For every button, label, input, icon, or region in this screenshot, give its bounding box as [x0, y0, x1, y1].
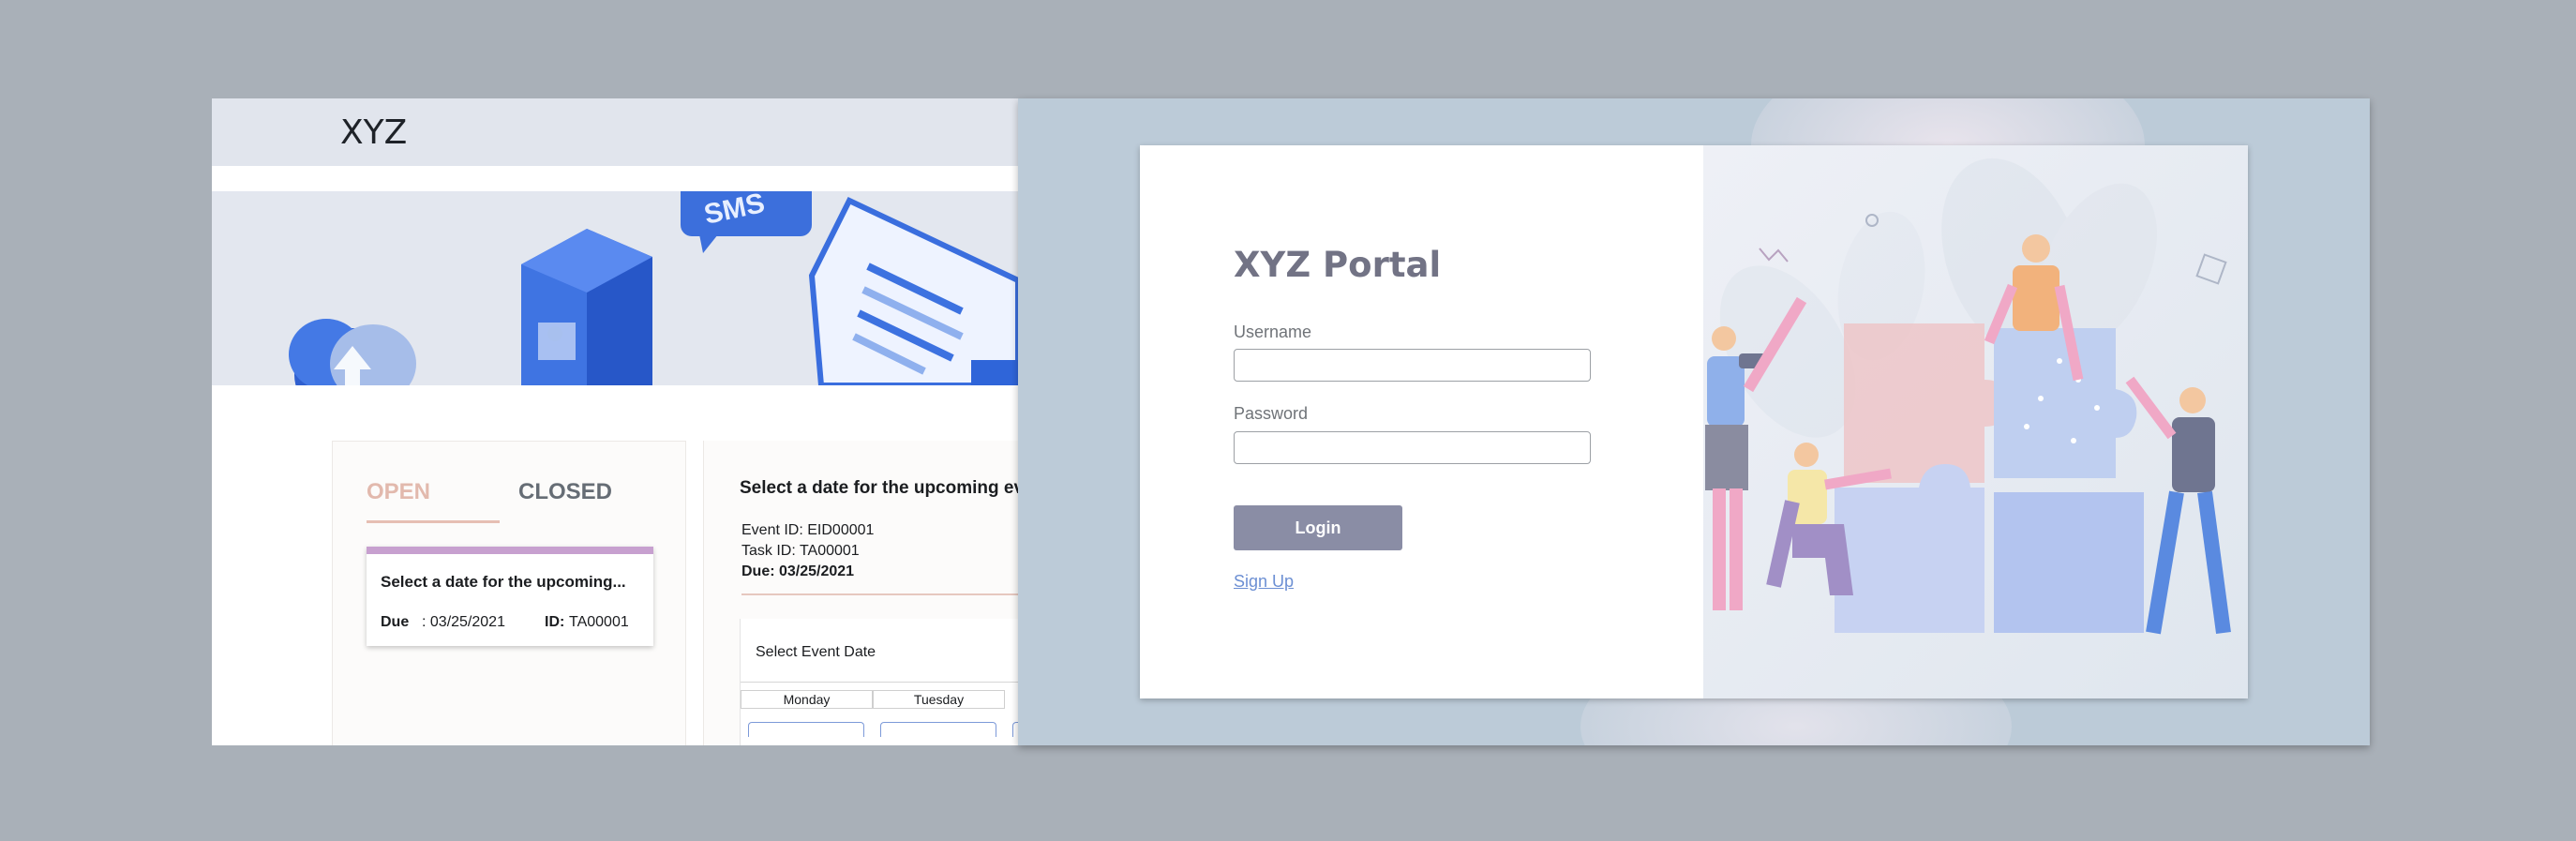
divider — [741, 593, 1018, 595]
login-form: XYZ Portal Username Password Login Sign … — [1140, 145, 1703, 698]
login-button[interactable]: Login — [1234, 505, 1402, 550]
password-label: Password — [1234, 404, 1309, 423]
divider — [741, 682, 1018, 683]
document-icon — [808, 197, 1018, 385]
tab-closed[interactable]: CLOSED — [518, 479, 612, 505]
username-input[interactable] — [1234, 349, 1591, 382]
task-card[interactable]: Select a date for the upcoming... Due : … — [367, 547, 653, 646]
login-card: XYZ Portal Username Password Login Sign … — [1140, 145, 2248, 698]
background-app-window: XYZ SMS OPEN CLOSED Select a date for th… — [212, 98, 1018, 745]
task-title: Select a date for the upcoming... — [381, 573, 626, 591]
hero-illustration: SMS — [212, 191, 1018, 385]
day-header-tuesday: Tuesday — [873, 690, 1005, 709]
event-title: Select a date for the upcoming ev — [740, 478, 1018, 498]
task-id: Task ID: TA00001 — [741, 543, 860, 559]
square-icon — [2195, 253, 2227, 285]
portal-title: XYZ Portal — [1234, 245, 1442, 285]
teamwork-illustration — [1703, 145, 2248, 698]
tasks-panel: OPEN CLOSED Select a date for the upcomi… — [332, 441, 686, 745]
event-detail-panel: Select a date for the upcoming ev Event … — [703, 441, 1018, 745]
sms-bubble-icon: SMS — [681, 191, 812, 253]
event-due: Due: 03/25/2021 — [741, 563, 855, 579]
time-slot[interactable] — [748, 722, 864, 737]
time-slot[interactable] — [880, 722, 996, 737]
username-label: Username — [1234, 323, 1312, 341]
task-due-value: : 03/25/2021 — [422, 614, 505, 630]
cloud-upload-icon — [289, 319, 416, 385]
task-id-value: TA00001 — [569, 614, 629, 630]
task-due-label: Due — [381, 614, 410, 630]
password-input[interactable] — [1234, 431, 1591, 464]
app-header: XYZ — [212, 98, 1018, 166]
event-date-picker: Select Event Date Monday Tuesday — [740, 619, 1018, 745]
task-id-label: ID: — [545, 614, 565, 630]
app-logo[interactable]: XYZ — [340, 113, 407, 152]
tab-open[interactable]: OPEN — [367, 479, 430, 505]
zigzag-icon — [1759, 248, 1789, 263]
active-tab-indicator — [367, 520, 500, 523]
date-picker-title: Select Event Date — [756, 644, 876, 660]
signup-link[interactable]: Sign Up — [1234, 572, 1294, 592]
event-id: Event ID: EID00001 — [741, 522, 875, 538]
image-box-icon — [521, 229, 652, 385]
day-header-monday: Monday — [741, 690, 873, 709]
